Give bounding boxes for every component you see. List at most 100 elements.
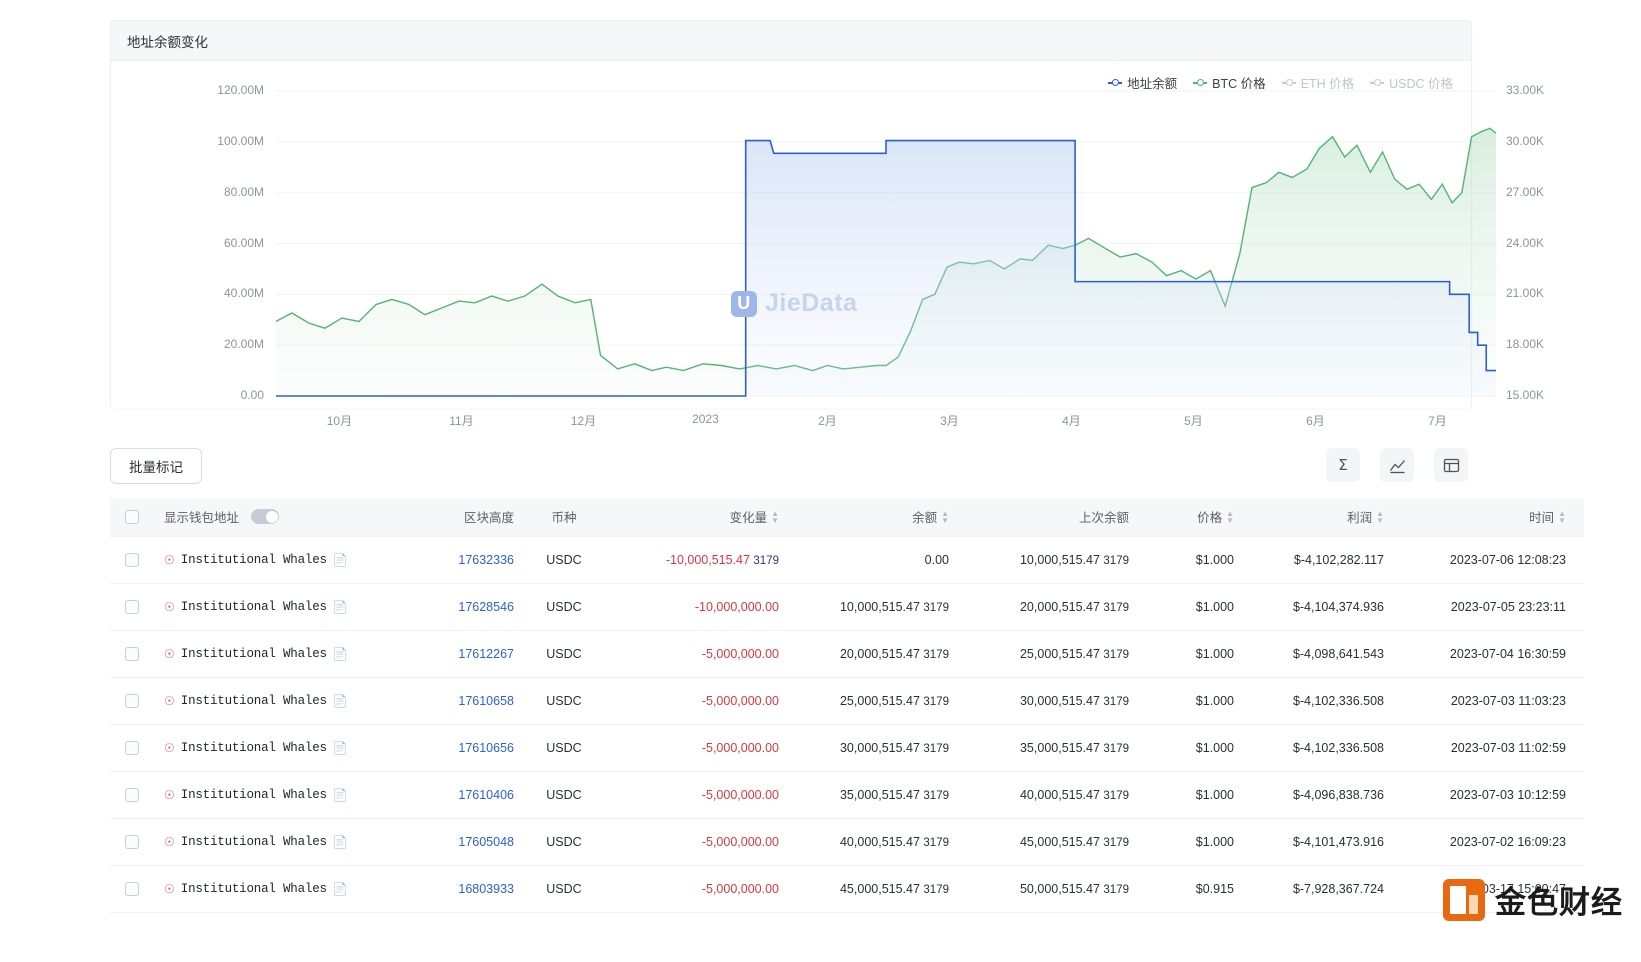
row-checkbox[interactable]: [125, 599, 139, 614]
alert-bell-icon[interactable]: ☉: [164, 788, 175, 802]
table-row[interactable]: ☉ Institutional Whales 📄 17628546 USDC -10,00…: [110, 583, 1584, 631]
header-label-time: 时间: [1529, 511, 1555, 526]
sort-icon[interactable]: ▲ ▼: [1558, 509, 1566, 524]
copy-icon[interactable]: 📄: [333, 694, 348, 708]
wallet-label: Institutional Whales: [180, 552, 327, 567]
row-checkbox[interactable]: [125, 787, 139, 802]
cell-suffix: 3179: [923, 742, 949, 755]
header-label-coin: 币种: [551, 511, 577, 526]
block-height-link[interactable]: 17612267: [458, 647, 514, 661]
row-coin-cell: USDC: [524, 535, 604, 584]
row-prev-balance-cell: 30,000,515.47 3179: [959, 677, 1139, 725]
block-height-link[interactable]: 17605048: [458, 835, 514, 849]
sort-icon[interactable]: ▲ ▼: [1226, 509, 1234, 524]
copy-icon[interactable]: 📄: [333, 788, 348, 802]
row-select-cell[interactable]: [110, 818, 154, 866]
row-price-cell: $0.915: [1139, 865, 1244, 913]
alert-bell-icon[interactable]: ☉: [164, 553, 175, 567]
select-all-checkbox[interactable]: [125, 510, 139, 525]
wallet-label: Institutional Whales: [180, 834, 327, 849]
row-balance-cell: 35,000,515.47 3179: [789, 771, 959, 819]
row-checkbox[interactable]: [125, 881, 139, 896]
show-wallet-address-toggle[interactable]: [251, 509, 280, 525]
sum-sigma-button[interactable]: Σ: [1326, 448, 1360, 482]
header-price[interactable]: 价格 ▲ ▼: [1139, 498, 1244, 536]
alert-bell-icon[interactable]: ☉: [164, 694, 175, 708]
copy-icon[interactable]: 📄: [333, 835, 348, 849]
chart-title: 地址余额变化: [111, 21, 1471, 61]
table-view-button[interactable]: [1434, 448, 1468, 482]
row-change-cell: -5,000,000.00: [604, 630, 789, 678]
table-row[interactable]: ☉ Institutional Whales 📄 17612267 USDC -5,000…: [110, 630, 1584, 678]
table-row[interactable]: ☉ Institutional Whales 📄 17610656 USDC -5,000…: [110, 724, 1584, 772]
table-row[interactable]: ☉ Institutional Whales 📄 17632336 USDC -10,00…: [110, 535, 1584, 584]
x-tick: 11月: [449, 414, 474, 428]
row-block-cell: 17605048: [404, 818, 524, 866]
header-label-prev: 上次余额: [1078, 511, 1129, 526]
table-row[interactable]: ☉ Institutional Whales 📄 17610658 USDC -5,000…: [110, 677, 1584, 725]
row-checkbox[interactable]: [125, 552, 139, 567]
chart-plot-area[interactable]: [276, 79, 1496, 434]
table-row[interactable]: ☉ Institutional Whales 📄 16803933 USDC -5,000…: [110, 865, 1584, 913]
cell-suffix: 3179: [1103, 742, 1129, 755]
table-row[interactable]: ☉ Institutional Whales 📄 17605048 USDC -5,000…: [110, 818, 1584, 866]
row-block-cell: 16803933: [404, 865, 524, 913]
row-profit-cell: $-7,928,367.724: [1244, 865, 1394, 913]
row-select-cell[interactable]: [110, 865, 154, 913]
x-tick: 6月: [1306, 414, 1325, 428]
row-select-cell[interactable]: [110, 630, 154, 678]
header-balance[interactable]: 余额 ▲ ▼: [789, 498, 959, 536]
block-height-link[interactable]: 17610406: [458, 788, 514, 802]
y-left-tick: 0.00: [240, 388, 264, 402]
alert-bell-icon[interactable]: ☉: [164, 647, 175, 661]
row-time-cell: 2023-03-17 15:00:47: [1394, 865, 1584, 913]
y-right-tick: 15.00K: [1506, 388, 1545, 402]
row-checkbox[interactable]: [125, 834, 139, 849]
chart-view-button[interactable]: [1380, 448, 1414, 482]
alert-bell-icon[interactable]: ☉: [164, 835, 175, 849]
row-prev-balance-cell: 50,000,515.47 3179: [959, 865, 1139, 913]
row-name-cell: ☉ Institutional Whales 📄: [154, 677, 404, 725]
header-select-all[interactable]: [110, 498, 154, 536]
header-prev-balance: 上次余额: [959, 498, 1139, 536]
alert-bell-icon[interactable]: ☉: [164, 741, 175, 755]
row-select-cell[interactable]: [110, 771, 154, 819]
y-right-tick: 27.00K: [1506, 184, 1545, 199]
alert-bell-icon[interactable]: ☉: [164, 600, 175, 614]
copy-icon[interactable]: 📄: [333, 741, 348, 755]
row-time-cell: 2023-07-03 11:03:23: [1394, 677, 1584, 725]
row-checkbox[interactable]: [125, 693, 139, 708]
sort-icon[interactable]: ▲ ▼: [1376, 509, 1384, 524]
cell-suffix: 3179: [1103, 695, 1129, 708]
alert-bell-icon[interactable]: ☉: [164, 882, 175, 896]
copy-icon[interactable]: 📄: [333, 647, 348, 661]
block-height-link[interactable]: 17610656: [458, 741, 514, 755]
batch-mark-button[interactable]: 批量标记: [110, 448, 202, 484]
y-right-tick: 30.00K: [1506, 133, 1545, 148]
row-time-cell: 2023-07-06 12:08:23: [1394, 535, 1584, 584]
block-height-link[interactable]: 16803933: [458, 882, 514, 896]
sort-icon[interactable]: ▲ ▼: [941, 509, 949, 524]
y-left-tick: 40.00M: [223, 286, 264, 301]
header-profit[interactable]: 利润 ▲ ▼: [1244, 498, 1394, 536]
header-time[interactable]: 时间 ▲ ▼: [1394, 498, 1584, 536]
copy-icon[interactable]: 📄: [333, 600, 348, 614]
block-height-link[interactable]: 17610658: [458, 694, 514, 708]
table-row[interactable]: ☉ Institutional Whales 📄 17610406 USDC -5,000…: [110, 771, 1584, 819]
row-select-cell[interactable]: [110, 724, 154, 772]
header-change[interactable]: 变化量 ▲ ▼: [604, 498, 789, 536]
row-name-cell: ☉ Institutional Whales 📄: [154, 771, 404, 819]
row-select-cell[interactable]: [110, 583, 154, 631]
row-checkbox[interactable]: [125, 646, 139, 661]
copy-icon[interactable]: 📄: [333, 882, 348, 896]
sort-icon[interactable]: ▲ ▼: [771, 509, 779, 524]
page-root: 地址余额变化 地址余额 BTC 价格 ETH 价格 USDC 价格 U JieD…: [0, 0, 1641, 962]
row-select-cell[interactable]: [110, 677, 154, 725]
cell-suffix: 3179: [1103, 789, 1129, 802]
copy-icon[interactable]: 📄: [333, 553, 348, 567]
row-select-cell[interactable]: [110, 535, 154, 584]
block-height-link[interactable]: 17632336: [458, 553, 514, 567]
row-checkbox[interactable]: [125, 740, 139, 755]
block-height-link[interactable]: 17628546: [458, 600, 514, 614]
transactions-table: 显示钱包地址 区块高度 币种 变化量 ▲ ▼ 余额 ▲ ▼ 上次余额 价格 ▲ …: [110, 498, 1584, 913]
